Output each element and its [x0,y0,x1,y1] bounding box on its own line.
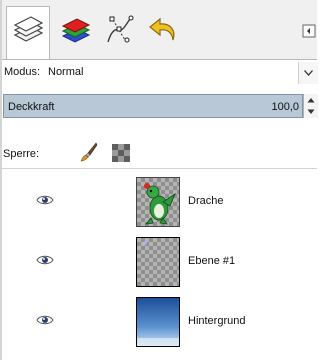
opacity-increase-button[interactable] [304,94,318,106]
dock-tab-strip [2,0,317,60]
layers-icon [13,16,44,42]
layers-panel: Modus: Normal Deckkraft 100,0 Sperre: Dr… [0,0,318,361]
tab-undo-history[interactable] [142,8,186,58]
gradient-thumbnail [136,297,180,347]
opacity-decrease-button[interactable] [304,106,318,118]
layer-row-ebene-1[interactable]: Ebene #1 [2,231,317,291]
visibility-toggle[interactable] [36,314,54,326]
eye-icon [36,315,54,325]
eye-icon [36,255,54,265]
dragon-thumbnail [136,177,180,227]
layer-list: Drache Ebene #1 Hintergrund [2,168,317,361]
dragon-thumbnail-image [137,178,179,226]
opacity-value: 100,0 [271,101,299,113]
chevron-down-icon [304,70,313,76]
background-gradient-thumbnail-image [137,298,179,346]
mode-dropdown-button[interactable] [298,62,318,84]
visibility-toggle[interactable] [36,194,54,206]
lock-alpha-toggle[interactable] [112,144,130,162]
opacity-slider[interactable]: Deckkraft 100,0 [3,94,303,118]
mode-value[interactable]: Normal [48,66,83,78]
lock-pixels-toggle[interactable] [80,142,98,162]
lock-label: Sperre: [3,148,40,160]
tab-layers[interactable] [6,6,50,60]
tab-channels[interactable] [54,8,98,58]
paintbrush-icon [80,142,98,162]
layer-row-drache[interactable]: Drache [2,171,317,231]
visibility-toggle[interactable] [36,254,54,266]
mode-label: Modus: [4,66,41,78]
tab-divider [2,59,317,60]
tab-menu-button[interactable] [302,24,319,42]
caret-down-icon [307,109,315,114]
caret-up-icon [307,98,315,103]
opacity-label: Deckkraft [8,101,55,113]
tab-paths[interactable] [98,8,142,58]
layer-name[interactable]: Drache [188,195,223,207]
paths-icon [107,15,134,43]
alpha-checker-icon [112,144,130,162]
checker-thumbnail [136,237,180,287]
layer-name[interactable]: Ebene #1 [188,255,235,267]
transparent-layer-thumbnail-image [137,238,179,286]
eye-icon [36,195,54,205]
channels-icon [61,18,91,43]
layer-name[interactable]: Hintergrund [188,315,245,327]
opacity-spin-buttons [303,94,318,118]
layer-row-hintergrund[interactable]: Hintergrund [2,291,317,351]
undo-history-icon [149,17,175,41]
tab-menu-icon [302,24,316,38]
